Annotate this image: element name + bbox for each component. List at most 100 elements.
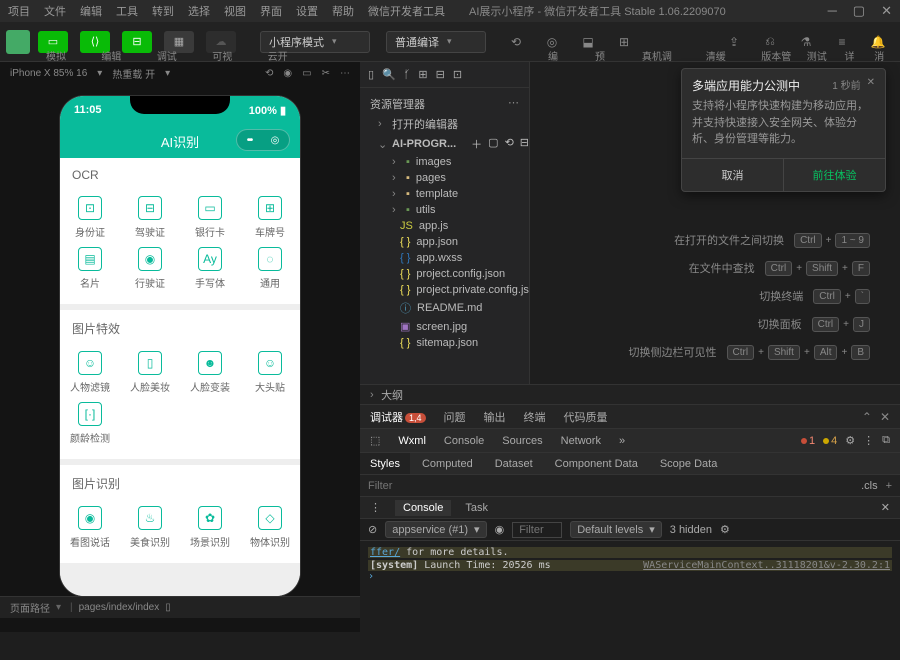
menu-item[interactable]: 选择: [188, 3, 210, 19]
ocr-item[interactable]: ⊡身份证: [60, 192, 120, 243]
close-drawer-icon[interactable]: ✕: [881, 501, 890, 514]
ocr-item[interactable]: ▭银行卡: [180, 192, 240, 243]
phone-simulator[interactable]: 11:05 100% ▮ AI识别 •••◎ OCR ⊡身份证 ⊟驾驶证 ▭银行…: [60, 96, 300, 596]
ok-button[interactable]: 前往体验: [783, 159, 885, 191]
levels-select[interactable]: Default levels▾: [570, 521, 662, 538]
ocr-item[interactable]: ◌通用: [240, 243, 300, 294]
devtab-network[interactable]: Network: [561, 435, 601, 447]
devtab-more[interactable]: »: [619, 435, 625, 447]
recognize-item[interactable]: ♨美食识别: [120, 502, 180, 553]
console-tab[interactable]: Console: [395, 500, 451, 516]
tab-problems[interactable]: 问题: [444, 409, 466, 425]
tab-quality[interactable]: 代码质量: [564, 409, 608, 425]
refresh-tree-icon[interactable]: ⟲: [505, 136, 514, 152]
devtab-console[interactable]: Console: [444, 435, 484, 447]
console-filter-input[interactable]: [512, 522, 562, 538]
recognize-item[interactable]: ✿场景识别: [180, 502, 240, 553]
tree-folder[interactable]: ›▪utils: [360, 202, 529, 218]
recognize-item[interactable]: ◇物体识别: [240, 502, 300, 553]
close-icon[interactable]: ✕: [880, 410, 890, 424]
new-file-icon[interactable]: ＋: [471, 136, 482, 152]
refresh-sim-icon[interactable]: ⟲: [265, 68, 273, 79]
popout-icon[interactable]: ⧉: [882, 434, 890, 447]
collapse-icon[interactable]: ⊟: [520, 136, 529, 152]
plugin-icon[interactable]: ⊟: [436, 68, 445, 81]
gear-icon[interactable]: ⚙: [720, 523, 730, 536]
inspect-icon[interactable]: ⬚: [370, 434, 380, 447]
maximize-icon[interactable]: ▢: [853, 3, 865, 19]
styles-filter-input[interactable]: [368, 480, 853, 492]
tree-file[interactable]: { }project.config.json: [360, 266, 529, 282]
hot-reload[interactable]: 热重载 开: [112, 66, 155, 81]
tree-file[interactable]: { }app.wxss: [360, 250, 529, 266]
clear-console-icon[interactable]: ⊘: [368, 523, 377, 536]
devtab-wxml[interactable]: Wxml: [398, 435, 426, 447]
tree-project[interactable]: ⌄AI-PROGR... ＋ ▢ ⟲ ⊟: [360, 134, 529, 154]
tab-terminal[interactable]: 终端: [524, 409, 546, 425]
styles-tab[interactable]: Styles: [360, 453, 410, 474]
close-icon[interactable]: ✕: [881, 3, 892, 19]
tree-file[interactable]: ⓘREADME.md: [360, 298, 529, 318]
tree-folder[interactable]: ›▪pages: [360, 170, 529, 186]
componentdata-tab[interactable]: Component Data: [545, 453, 648, 474]
menu-item[interactable]: 工具: [116, 3, 138, 19]
gear-icon[interactable]: ⚙: [845, 434, 855, 447]
ocr-item[interactable]: ⊟驾驶证: [120, 192, 180, 243]
recognize-item[interactable]: ◉看图说话: [60, 502, 120, 553]
ocr-item[interactable]: ▤名片: [60, 243, 120, 294]
add-style-icon[interactable]: +: [886, 480, 892, 492]
dataset-tab[interactable]: Dataset: [485, 453, 543, 474]
more-icon[interactable]: ⋯: [340, 68, 350, 79]
ext-icon[interactable]: ⊞: [418, 68, 427, 81]
context-select[interactable]: appservice (#1)▾: [385, 521, 486, 538]
record-icon[interactable]: ◉: [283, 68, 292, 79]
more-icon[interactable]: ⋯: [508, 96, 519, 112]
menu-item[interactable]: 设置: [296, 3, 318, 19]
outline-bar[interactable]: › 大纲: [360, 384, 900, 404]
menu-item[interactable]: 微信开发者工具: [368, 3, 445, 19]
search-icon[interactable]: 🔍: [382, 68, 396, 81]
ocr-item[interactable]: Ay手写体: [180, 243, 240, 294]
tab-debugger[interactable]: 调试器1,4: [370, 409, 426, 425]
menu-item[interactable]: 编辑: [80, 3, 102, 19]
ocr-item[interactable]: ◉行驶证: [120, 243, 180, 294]
ocr-item[interactable]: ⊞车牌号: [240, 192, 300, 243]
tree-file[interactable]: { }project.private.config.js...: [360, 282, 529, 298]
tree-folder[interactable]: ›▪template: [360, 186, 529, 202]
tree-file[interactable]: JSapp.js: [360, 218, 529, 234]
hidden-count[interactable]: 3 hidden: [670, 524, 712, 536]
branch-icon[interactable]: ᚶ: [404, 69, 411, 81]
clear-cache-icon[interactable]: ⊞: [611, 31, 637, 53]
screenshot-icon[interactable]: ▭: [302, 68, 311, 79]
explorer-icon[interactable]: ▯: [368, 68, 374, 81]
refresh-icon[interactable]: ⟲: [503, 31, 529, 53]
effect-item[interactable]: [·]颜龄检测: [60, 398, 120, 449]
tree-file[interactable]: ▣screen.jpg: [360, 318, 529, 335]
capsule-button[interactable]: •••◎: [236, 129, 290, 151]
tree-file[interactable]: { }sitemap.json: [360, 335, 529, 351]
breadcrumb[interactable]: 页面路径▾ | pages/index/index ▯: [0, 596, 360, 618]
menu-item[interactable]: 文件: [44, 3, 66, 19]
avatar[interactable]: [6, 30, 30, 54]
tab-output[interactable]: 输出: [484, 409, 506, 425]
tree-file[interactable]: { }app.json: [360, 234, 529, 250]
effect-item[interactable]: ▯人脸美妆: [120, 347, 180, 398]
cancel-button[interactable]: 取消: [682, 159, 783, 191]
device-label[interactable]: iPhone X 85% 16: [10, 68, 87, 79]
computed-tab[interactable]: Computed: [412, 453, 483, 474]
menu-item[interactable]: 帮助: [332, 3, 354, 19]
tree-folder[interactable]: ›▪images: [360, 154, 529, 170]
task-tab[interactable]: Task: [465, 502, 488, 514]
effect-item[interactable]: ☺人物滤镜: [60, 347, 120, 398]
minimize-icon[interactable]: ─: [828, 3, 837, 19]
kebab-icon[interactable]: ⋮: [863, 434, 874, 447]
scopedata-tab[interactable]: Scope Data: [650, 453, 727, 474]
db-icon[interactable]: ⊡: [453, 68, 462, 81]
chevron-up-icon[interactable]: ⌃: [862, 410, 872, 424]
cls-toggle[interactable]: .cls: [861, 480, 878, 492]
close-icon[interactable]: ✕: [867, 77, 875, 94]
tree-section[interactable]: ›打开的编辑器: [360, 114, 529, 134]
eye-icon[interactable]: ◉: [495, 523, 505, 536]
menu-item[interactable]: 项目: [8, 3, 30, 19]
compile-select[interactable]: 普通编译: [386, 31, 486, 53]
